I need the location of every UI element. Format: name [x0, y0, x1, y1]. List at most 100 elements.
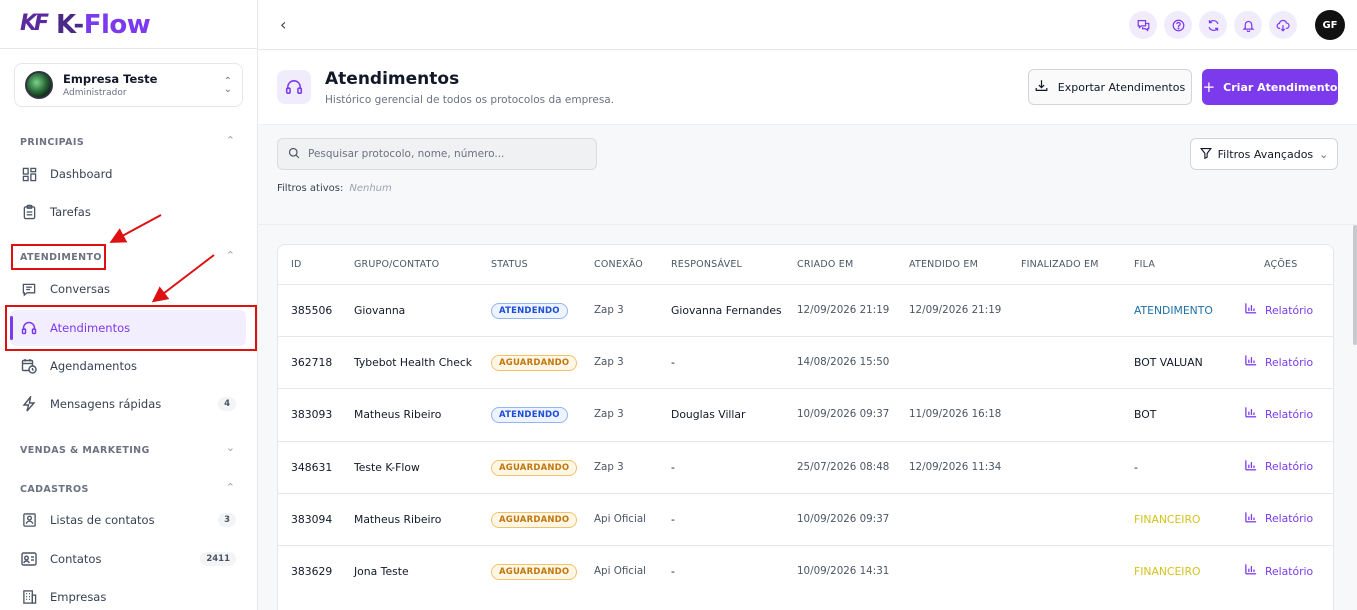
sidebar-item-label: Mensagens rápidas	[50, 397, 162, 411]
cell-queue: BOT	[1134, 408, 1157, 422]
search-input[interactable]	[308, 148, 588, 160]
search-box[interactable]	[277, 138, 597, 170]
column-header[interactable]: CRIADO EM	[797, 259, 853, 270]
building-icon	[20, 588, 38, 606]
cell-id: 383093	[291, 408, 333, 422]
cell-attended: 11/09/2026 16:18	[909, 408, 1002, 421]
sidebar-item-contatos[interactable]: Contatos 2411	[10, 541, 246, 577]
chevron-up-icon[interactable]: ⌃	[226, 249, 235, 262]
column-header[interactable]: STATUS	[491, 259, 528, 270]
company-switcher[interactable]: Empresa Teste Administrador ⌃ ⌄	[14, 63, 243, 107]
sidebar-item-listas-de-contatos[interactable]: Listas de contatos 3	[10, 502, 246, 538]
section-vendas-marketing[interactable]: VENDAS & MARKETING	[20, 445, 150, 456]
section-principais[interactable]: PRINCIPAIS	[20, 137, 84, 148]
divider	[0, 48, 258, 49]
table-row[interactable]: 383629 Jona Teste Api Oficial - 10/09/2026 1…	[278, 545, 1333, 597]
sidebar-item-label: Empresas	[50, 590, 107, 604]
sidebar-item-tarefas[interactable]: Tarefas	[10, 194, 246, 230]
filter-area: Filtros Avançados ⌄ Filtros ativos: Nenhu…	[258, 125, 1357, 225]
report-button[interactable]: Relatório	[1245, 459, 1314, 474]
sidebar-item-mensagens-rapidas[interactable]: Mensagens rápidas 4	[10, 386, 246, 422]
cell-id: 383629	[291, 565, 333, 578]
count-badge: 3	[218, 513, 236, 527]
column-header[interactable]: RESPONSÁVEL	[671, 259, 742, 270]
column-header[interactable]: CONEXÃO	[594, 259, 643, 270]
chevron-down-icon[interactable]: ⌄	[226, 441, 235, 454]
table-row[interactable]: 383094 Matheus Ribeiro Api Oficial - 10/09/2…	[278, 492, 1333, 545]
report-button-label: Relatório	[1265, 512, 1314, 526]
scrollbar[interactable]	[1353, 225, 1357, 345]
bell-icon[interactable]	[1234, 11, 1262, 39]
column-header[interactable]: FILA	[1134, 259, 1155, 270]
sidebar-item-empresas[interactable]: Empresas	[10, 579, 246, 610]
page-header: Atendimentos Histórico gerencial de todo…	[258, 50, 1357, 125]
cell-id: 348631	[291, 460, 333, 474]
sidebar-item-dashboard[interactable]: Dashboard	[10, 156, 246, 192]
sidebar-item-label: Dashboard	[50, 167, 113, 181]
filter-icon	[1199, 147, 1212, 162]
table-row[interactable]: 383093 Matheus Ribeiro Zap 3 Douglas Villar…	[278, 388, 1333, 440]
report-button[interactable]: Relatório	[1245, 564, 1313, 578]
cell-id: 383094	[291, 512, 333, 526]
bar-chart-icon	[1245, 512, 1257, 526]
back-chevron-icon[interactable]: ‹	[280, 15, 286, 34]
lightning-icon	[20, 395, 38, 413]
table-row[interactable]: 348631 Teste K-Flow Zap 3 - 25/07/2026 08:48…	[278, 440, 1333, 493]
export-button[interactable]: Exportar Atendimentos	[1028, 69, 1192, 105]
sidebar-item-label: Listas de contatos	[50, 513, 155, 527]
report-button[interactable]: Relatório	[1245, 355, 1313, 369]
bar-chart-icon	[1245, 303, 1257, 317]
column-header: AÇÕES	[1264, 259, 1298, 270]
cell-contact: Teste K-Flow	[354, 460, 420, 474]
sidebar-item-label: Conversas	[50, 282, 110, 296]
company-name: Empresa Teste	[63, 72, 158, 86]
column-header[interactable]: ATENDIDO EM	[909, 259, 978, 270]
contact-card-icon	[20, 550, 38, 568]
report-button[interactable]: Relatório	[1245, 407, 1313, 421]
calendar-clock-icon	[20, 357, 38, 375]
table-row[interactable]: 362718 Tybebot Health Check Zap 3 - 14/08/20…	[278, 336, 1333, 388]
report-button-label: Relatório	[1265, 460, 1314, 474]
company-role: Administrador	[63, 88, 127, 98]
plus-icon: +	[1202, 78, 1216, 96]
sidebar-item-conversas[interactable]: Conversas	[10, 271, 246, 307]
table-row[interactable]: 385506 Giovanna Zap 3 Giovanna Fernandes 12/…	[278, 284, 1333, 336]
count-badge: 4	[218, 397, 236, 411]
report-button[interactable]: Relatório	[1245, 512, 1313, 526]
cell-connection: Zap 3	[594, 408, 624, 421]
advanced-filters-button[interactable]: Filtros Avançados ⌄	[1190, 138, 1338, 170]
search-icon	[288, 147, 300, 162]
chevron-up-icon[interactable]: ⌃	[226, 134, 235, 147]
column-header[interactable]: GRUPO/CONTATO	[354, 259, 439, 270]
report-button[interactable]: Relatório	[1245, 303, 1313, 317]
chevron-up-icon[interactable]: ⌃	[226, 481, 235, 494]
column-header[interactable]: FINALIZADO EM	[1021, 259, 1099, 270]
sidebar-item-agendamentos[interactable]: Agendamentos	[10, 348, 246, 384]
logo-mark-icon: KF	[20, 11, 49, 36]
cell-responsible: -	[671, 565, 675, 578]
advanced-filters-label: Filtros Avançados	[1217, 147, 1314, 161]
create-button[interactable]: + Criar Atendimento	[1202, 69, 1338, 105]
section-cadastros[interactable]: CADASTROS	[20, 484, 89, 495]
help-icon[interactable]	[1164, 11, 1192, 39]
cell-attended: 12/09/2026 11:34	[909, 460, 1002, 473]
cell-created: 12/09/2026 21:19	[797, 304, 890, 316]
user-avatar[interactable]: GF	[1315, 10, 1345, 40]
cloud-download-icon[interactable]	[1269, 11, 1297, 39]
app-logo[interactable]: KF K-Flow	[20, 10, 151, 40]
atendimentos-table: ID GRUPO/CONTATO STATUS CONEXÃO RESPONSÁ…	[277, 244, 1334, 610]
messages-icon[interactable]	[1129, 11, 1157, 39]
status-badge: ATENDENDO	[491, 303, 568, 319]
cell-created: 10/09/2026 09:37	[797, 512, 890, 525]
active-filters-label: Filtros ativos:	[277, 183, 344, 194]
company-avatar	[25, 71, 53, 99]
column-header[interactable]: ID	[291, 259, 302, 270]
page-title: Atendimentos	[325, 69, 460, 89]
chevron-down-icon: ⌄	[1319, 147, 1329, 161]
cell-connection: Zap 3	[594, 460, 624, 473]
status-badge: AGUARDANDO	[491, 511, 578, 528]
refresh-icon[interactable]	[1199, 11, 1227, 39]
cell-id: 385506	[291, 304, 333, 317]
cell-created: 10/09/2026 09:37	[797, 408, 890, 421]
report-button-label: Relatório	[1265, 407, 1314, 421]
